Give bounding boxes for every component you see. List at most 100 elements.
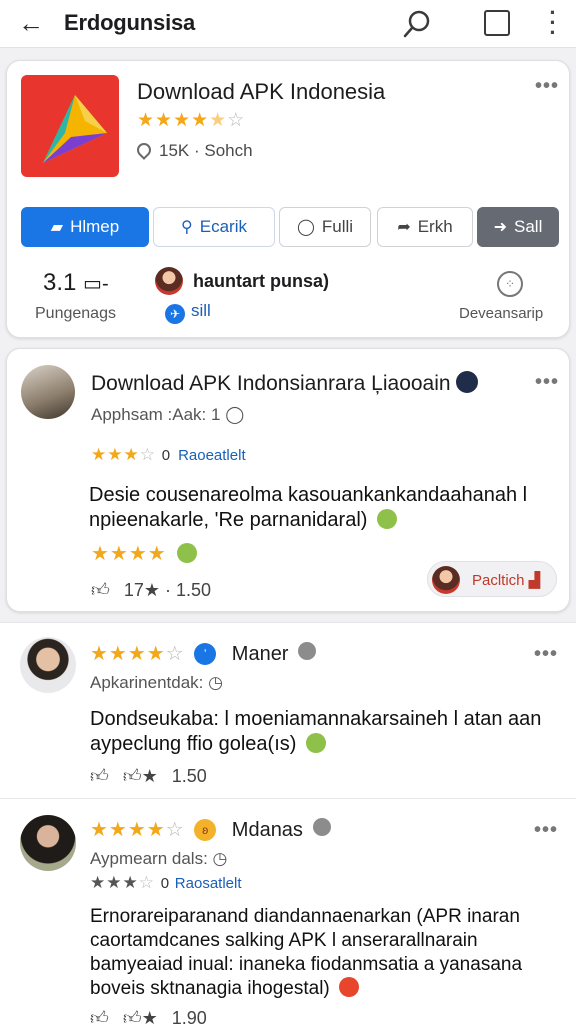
sall-button[interactable]: ➜ Sall <box>477 207 559 247</box>
developer-icon[interactable]: ⁘ <box>497 271 523 297</box>
verified-icon <box>312 818 331 836</box>
fulli-button-label: Fulli <box>321 217 354 236</box>
rating-value: 3.1 ▭- <box>43 269 109 297</box>
emoji-icon <box>177 543 198 563</box>
review-tag[interactable]: Raoeatlelt <box>178 447 246 464</box>
review-body-text: Ernorareiparanand diandannaenarkan (APR … <box>90 906 523 999</box>
app-rating-stars: ★★★★★☆ <box>137 110 246 131</box>
more-options-icon[interactable]: ••• <box>535 371 559 394</box>
thumb-up-icon[interactable]: 👍︎ <box>90 765 109 787</box>
square-icon[interactable] <box>484 10 510 36</box>
review-subtitle: Apphsam :Aak: 1 ◯ <box>91 405 244 425</box>
review-header: ★★★★☆ ʼ Maner <box>90 641 317 666</box>
emoji-icon <box>306 733 326 753</box>
erkh-button-label: Erkh <box>417 217 453 236</box>
review-stars: ★★★☆ 0 Raoeatlelt <box>91 445 246 464</box>
review-body: Dondseukaba: l moeniamannakarsaineh l at… <box>90 707 550 757</box>
sall-button-label: Sall <box>514 217 543 236</box>
more-vertical-icon[interactable]: · · · <box>540 2 566 44</box>
review-footer: 👍︎ 👍︎★ 1.50 <box>90 765 207 787</box>
chip-avatar <box>432 566 460 594</box>
review-subtitle-text: Apkarinentdak: <box>90 673 204 692</box>
ecarik-button[interactable]: ⚲ Ecarik <box>153 207 275 247</box>
comment-icon: ◯ <box>296 219 315 236</box>
review-stars: ★★★★☆ <box>90 819 185 841</box>
badge-icon: ʚ <box>194 819 217 841</box>
like-count: 1.90 <box>171 1008 207 1024</box>
featured-review-card: Download APK Indonsianrara Ļiaooain ••• … <box>6 348 570 612</box>
reviewer-name[interactable]: Mdanas <box>232 819 303 841</box>
review-rating-stars: ★★★☆ 0 Raosatlelt <box>90 873 242 892</box>
app-name: Download APK Indonesia <box>137 79 386 104</box>
emoji-icon <box>339 977 360 997</box>
thumb-star-icon[interactable]: 👍︎★ <box>123 765 158 787</box>
review-stars: ★★★★☆ <box>90 643 185 665</box>
app-meta: 15K · Sohch <box>134 140 253 161</box>
developer-label[interactable]: Deveansarip <box>459 305 543 322</box>
more-options-icon[interactable]: ••• <box>534 643 558 666</box>
review-header: ★★★★☆ ʚ Mdanas <box>90 817 331 842</box>
review-title-text: Download APK Indonsianrara Ļiaooain <box>91 372 451 395</box>
user-sub-text: sill <box>191 301 211 320</box>
reviewer-avatar[interactable] <box>21 365 75 419</box>
reviewer-avatar[interactable] <box>20 815 76 871</box>
hlmep-button[interactable]: ▰ Hlmep <box>21 207 149 247</box>
rating-glyph: 0 <box>160 875 170 892</box>
review-body: Desie cousenareolma kasouankankandaahana… <box>89 483 549 533</box>
ecarik-button-label: Ecarik <box>199 217 247 236</box>
send-icon: ✈ <box>165 304 185 324</box>
rating-glyph: 0 <box>161 447 171 464</box>
thumb-up-icon[interactable]: 👍︎ <box>91 579 110 601</box>
user-avatar[interactable] <box>155 267 183 295</box>
emoji-icon <box>377 509 397 529</box>
comment-icon: ◯ <box>225 405 245 424</box>
user-sub-link[interactable]: ✈ sill <box>165 301 211 324</box>
app-meta-text: 15K · Sohch <box>159 141 253 160</box>
review-subtitle: Apkarinentdak: ◷ <box>90 673 223 693</box>
page-title: Erdogunsisa <box>64 10 196 35</box>
pacltich-chip[interactable]: Pacltich ▟ <box>427 561 557 597</box>
calendar-icon: ▭- <box>83 273 109 295</box>
thumb-up-icon[interactable]: 👍︎ <box>90 1007 109 1024</box>
more-options-icon[interactable]: ••• <box>535 75 559 98</box>
rating-label: Pungenags <box>35 305 116 322</box>
location-pin-icon <box>134 140 154 160</box>
search-icon[interactable] <box>402 8 434 40</box>
like-count: 17★ · 1.50 <box>123 580 211 600</box>
review-item: ★★★★☆ ʚ Mdanas ••• Aypmearn dals: ◷ ★★★☆… <box>0 798 576 1024</box>
chip-label-text: Pacltich <box>472 572 525 589</box>
rating-number: 3.1 <box>43 269 77 296</box>
more-options-icon[interactable]: ••• <box>534 819 558 842</box>
review-body: Ernorareiparanand diandannaenarkan (APR … <box>90 905 550 1001</box>
verified-icon <box>298 642 317 660</box>
review-rating-stars: ★★★★ <box>91 541 198 566</box>
folder-icon: ▰ <box>50 219 64 236</box>
fulli-button[interactable]: ◯ Fulli <box>279 207 371 247</box>
forward-icon: ➜ <box>493 219 508 236</box>
review-subtitle-text: Aypmearn dals: <box>90 849 208 868</box>
thumb-star-icon[interactable]: 👍︎★ <box>123 1007 158 1024</box>
reviewer-avatar[interactable] <box>20 637 76 693</box>
clock-icon: ◷ <box>208 673 223 692</box>
review-item: ★★★★☆ ʼ Maner ••• Apkarinentdak: ◷ Donds… <box>0 622 576 798</box>
review-title: Download APK Indonsianrara Ļiaooain <box>91 371 479 396</box>
review-subtitle: Aypmearn dals: ◷ <box>90 849 227 869</box>
share-icon: ➦ <box>397 219 411 236</box>
chip-label: Pacltich ▟ <box>472 571 540 589</box>
thumb-icon: ▟ <box>528 572 541 589</box>
user-name[interactable]: hauntart punsa) <box>193 271 329 292</box>
globe-icon <box>456 371 479 393</box>
hlmep-button-label: Hlmep <box>70 217 120 236</box>
review-subtitle-text: Apphsam :Aak: 1 <box>91 405 221 424</box>
erkh-button[interactable]: ➦ Erkh <box>377 207 473 247</box>
reviewer-name[interactable]: Maner <box>232 643 289 665</box>
back-arrow-icon[interactable]: ← <box>18 10 46 38</box>
review-body-text: Desie cousenareolma kasouankankandaahana… <box>89 484 528 531</box>
search-icon: ⚲ <box>181 219 193 236</box>
app-icon <box>21 75 119 177</box>
review-tag[interactable]: Raosatlelt <box>175 875 242 892</box>
badge-icon: ʼ <box>194 643 217 665</box>
clock-icon: ◷ <box>212 849 228 868</box>
top-app-bar: ← Erdogunsisa · · · <box>0 0 576 48</box>
like-count: 1.50 <box>171 766 207 786</box>
